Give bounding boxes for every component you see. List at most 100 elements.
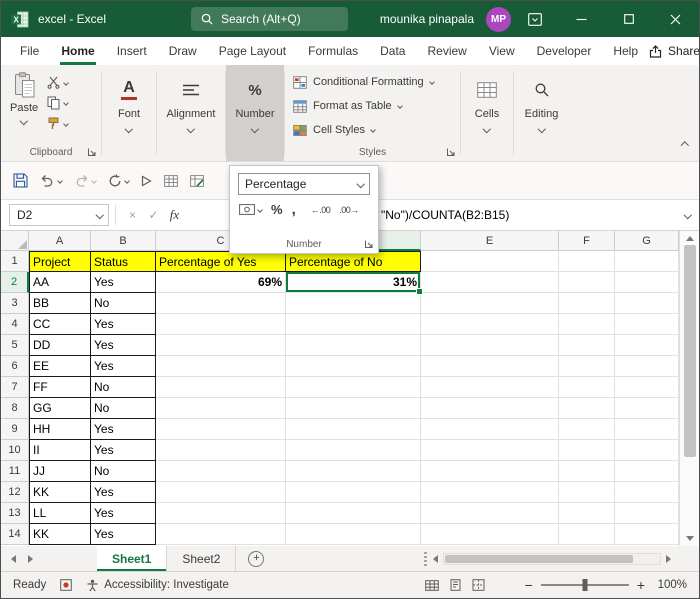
cells-group-button[interactable]: Cells bbox=[461, 65, 513, 161]
cell-A7[interactable]: FF bbox=[29, 377, 91, 398]
cell-C5[interactable] bbox=[156, 335, 286, 356]
cell-F5[interactable] bbox=[559, 335, 615, 356]
cell-A8[interactable]: GG bbox=[29, 398, 91, 419]
cell-G9[interactable] bbox=[615, 419, 679, 440]
cell-E6[interactable] bbox=[421, 356, 559, 377]
cell-A14[interactable]: KK bbox=[29, 524, 91, 545]
close-button[interactable] bbox=[652, 1, 699, 37]
cell-A11[interactable]: JJ bbox=[29, 461, 91, 482]
column-header-f[interactable]: F bbox=[559, 231, 615, 251]
vertical-scroll-thumb[interactable] bbox=[683, 245, 696, 458]
decrease-decimal-button[interactable]: .00→ bbox=[339, 205, 359, 215]
cell-E9[interactable] bbox=[421, 419, 559, 440]
font-group-button[interactable]: A Font bbox=[102, 65, 156, 161]
cell-C10[interactable] bbox=[156, 440, 286, 461]
format-painter-button[interactable] bbox=[47, 117, 69, 130]
cell-B2[interactable]: Yes bbox=[91, 272, 156, 293]
page-layout-view-icon[interactable] bbox=[449, 579, 462, 591]
cell-C11[interactable] bbox=[156, 461, 286, 482]
cell-B14[interactable]: Yes bbox=[91, 524, 156, 545]
maximize-button[interactable] bbox=[605, 1, 652, 37]
cell-F2[interactable] bbox=[559, 272, 615, 293]
column-header-g[interactable]: G bbox=[615, 231, 679, 251]
format-as-table-button[interactable]: Format as Table bbox=[293, 94, 460, 118]
cell-E5[interactable] bbox=[421, 335, 559, 356]
conditional-formatting-button[interactable]: Conditional Formatting bbox=[293, 70, 460, 94]
macro-record-icon[interactable] bbox=[60, 579, 73, 591]
cell-G13[interactable] bbox=[615, 503, 679, 524]
cell-G1[interactable] bbox=[615, 251, 679, 272]
row-header-14[interactable]: 14 bbox=[1, 524, 29, 545]
row-header-10[interactable]: 10 bbox=[1, 440, 29, 461]
cell-B9[interactable]: Yes bbox=[91, 419, 156, 440]
cell-F10[interactable] bbox=[559, 440, 615, 461]
cut-button[interactable] bbox=[47, 76, 69, 89]
row-header-9[interactable]: 9 bbox=[1, 419, 29, 440]
cell-A5[interactable]: DD bbox=[29, 335, 91, 356]
scroll-down-icon[interactable] bbox=[685, 536, 694, 541]
paste-button[interactable]: Paste bbox=[10, 72, 38, 130]
alignment-group-button[interactable]: Alignment bbox=[157, 65, 225, 161]
row-header-4[interactable]: 4 bbox=[1, 314, 29, 335]
row-header-8[interactable]: 8 bbox=[1, 398, 29, 419]
cell-A4[interactable]: CC bbox=[29, 314, 91, 335]
row-header-5[interactable]: 5 bbox=[1, 335, 29, 356]
copy-button[interactable] bbox=[47, 96, 69, 110]
row-header-7[interactable]: 7 bbox=[1, 377, 29, 398]
cell-F14[interactable] bbox=[559, 524, 615, 545]
cell-D14[interactable] bbox=[286, 524, 421, 545]
cell-G11[interactable] bbox=[615, 461, 679, 482]
qat-table-edit-button[interactable] bbox=[190, 174, 204, 187]
cell-G12[interactable] bbox=[615, 482, 679, 503]
cell-A6[interactable]: EE bbox=[29, 356, 91, 377]
column-header-e[interactable]: E bbox=[421, 231, 559, 251]
menu-tab-page-layout[interactable]: Page Layout bbox=[208, 37, 297, 65]
cell-C3[interactable] bbox=[156, 293, 286, 314]
comma-style-button[interactable]: , bbox=[292, 201, 296, 218]
cell-F3[interactable] bbox=[559, 293, 615, 314]
qat-refresh-button[interactable] bbox=[108, 173, 130, 188]
search-box[interactable]: Search (Alt+Q) bbox=[191, 7, 348, 31]
cell-F13[interactable] bbox=[559, 503, 615, 524]
zoom-percentage[interactable]: 100% bbox=[653, 579, 687, 591]
qat-table-button[interactable] bbox=[164, 174, 178, 187]
cell-C7[interactable] bbox=[156, 377, 286, 398]
row-header-2[interactable]: 2 bbox=[1, 272, 29, 293]
cell-D2[interactable]: 31% bbox=[286, 272, 423, 295]
increase-decimal-button[interactable]: ←.00 bbox=[311, 205, 331, 215]
accessibility-status[interactable]: Accessibility: Investigate bbox=[86, 579, 229, 592]
cell-B4[interactable]: Yes bbox=[91, 314, 156, 335]
row-header-11[interactable]: 11 bbox=[1, 461, 29, 482]
menu-tab-draw[interactable]: Draw bbox=[158, 37, 208, 65]
cell-G7[interactable] bbox=[615, 377, 679, 398]
cell-D11[interactable] bbox=[286, 461, 421, 482]
accounting-format-button[interactable] bbox=[239, 204, 263, 215]
menu-tab-developer[interactable]: Developer bbox=[526, 37, 603, 65]
zoom-out-button[interactable]: − bbox=[525, 577, 533, 593]
new-sheet-button[interactable]: + bbox=[248, 550, 265, 567]
cell-A12[interactable]: KK bbox=[29, 482, 91, 503]
ribbon-display-options-button[interactable] bbox=[511, 1, 558, 37]
cell-G5[interactable] bbox=[615, 335, 679, 356]
cell-A3[interactable]: BB bbox=[29, 293, 91, 314]
cell-F11[interactable] bbox=[559, 461, 615, 482]
cell-E13[interactable] bbox=[421, 503, 559, 524]
cell-F7[interactable] bbox=[559, 377, 615, 398]
cell-C14[interactable] bbox=[156, 524, 286, 545]
row-header-13[interactable]: 13 bbox=[1, 503, 29, 524]
cell-E7[interactable] bbox=[421, 377, 559, 398]
cell-G3[interactable] bbox=[615, 293, 679, 314]
qat-redo-button[interactable] bbox=[74, 174, 97, 187]
cell-F4[interactable] bbox=[559, 314, 615, 335]
sheet-tab-sheet2[interactable]: Sheet2 bbox=[167, 546, 237, 571]
normal-view-icon[interactable] bbox=[424, 579, 439, 591]
menu-tab-file[interactable]: File bbox=[9, 37, 50, 65]
number-group-button[interactable]: % Number bbox=[226, 65, 284, 161]
cell-E10[interactable] bbox=[421, 440, 559, 461]
formula-bar-expand-icon[interactable] bbox=[683, 210, 692, 219]
avatar[interactable]: MP bbox=[486, 6, 511, 32]
cell-G2[interactable] bbox=[615, 272, 679, 293]
cell-E1[interactable] bbox=[421, 251, 559, 272]
column-header-b[interactable]: B bbox=[91, 231, 156, 251]
number-dialog-launcher[interactable] bbox=[364, 239, 374, 249]
